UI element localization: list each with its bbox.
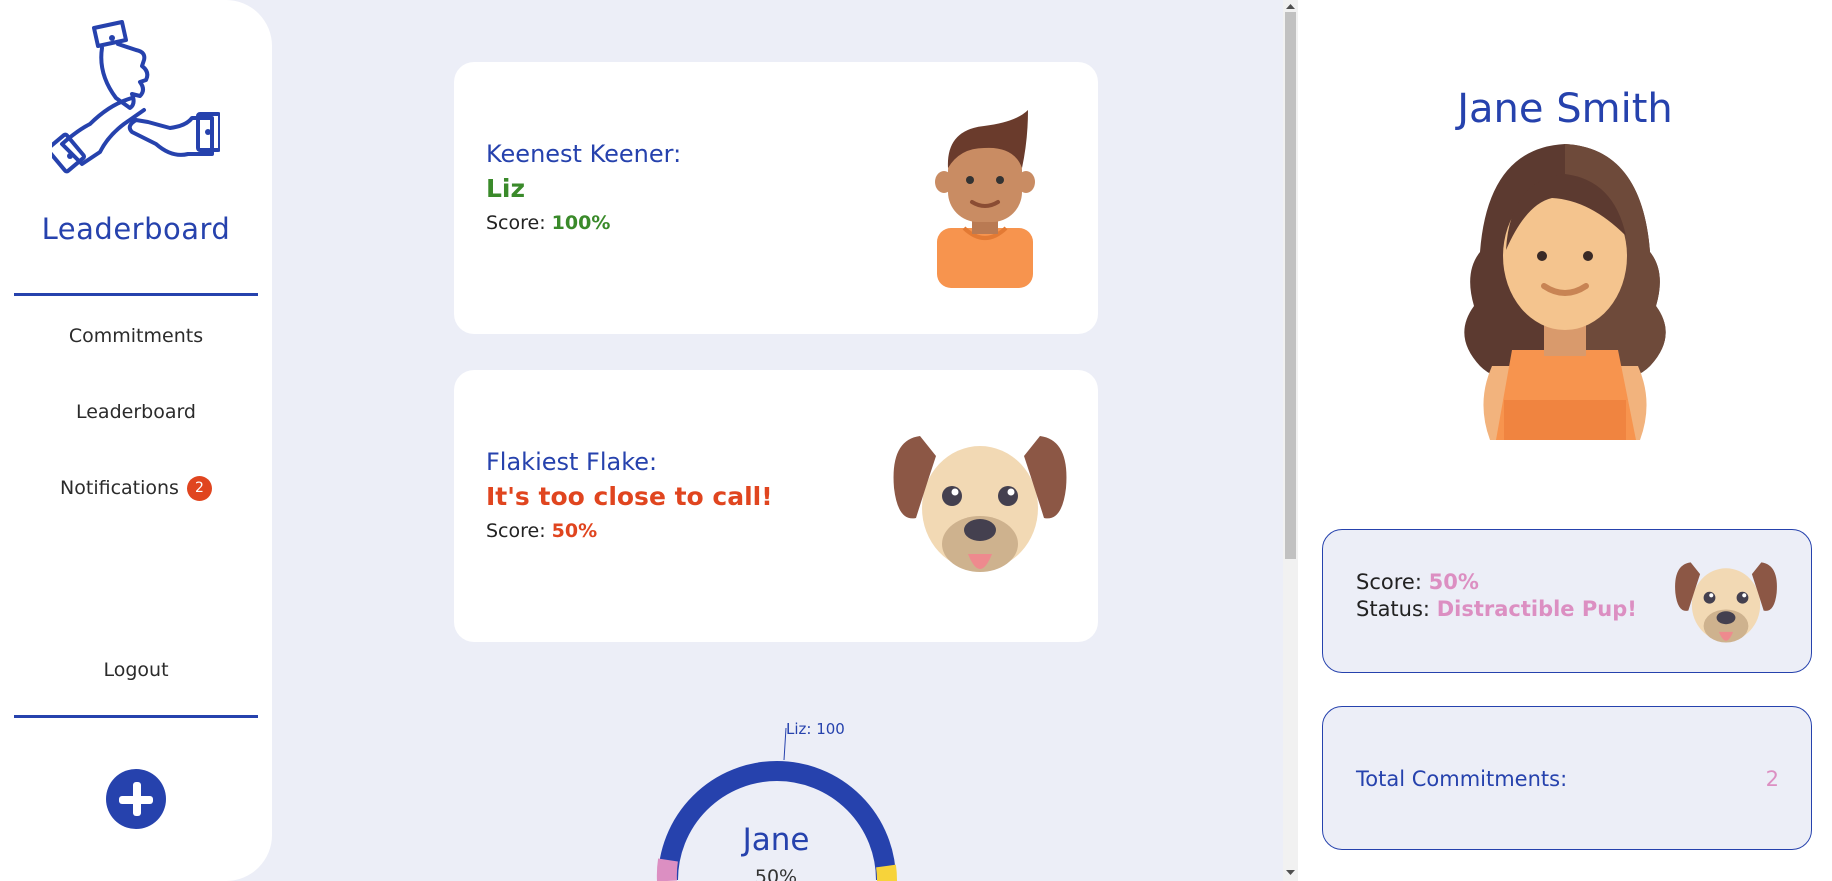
donut-segment-pink xyxy=(656,858,678,881)
score-value: 50% xyxy=(551,520,598,542)
donut-center-percent: 50% xyxy=(754,866,798,881)
dog-avatar-icon xyxy=(893,436,1067,572)
total-commitments-box: Total Commitments: 2 xyxy=(1322,706,1812,850)
girl-avatar-icon xyxy=(1464,144,1666,440)
score-value: 50% xyxy=(1428,570,1479,594)
notification-count-badge: 2 xyxy=(186,475,212,501)
card-score: Score: 50% xyxy=(486,520,597,542)
status-label: Status: xyxy=(1356,597,1430,621)
scroll-down-arrow-icon[interactable] xyxy=(1285,867,1296,877)
total-commitments-label: Total Commitments: xyxy=(1356,767,1568,791)
profile-status: Status: Distractible Pup! xyxy=(1356,597,1637,621)
nav-label: Commitments xyxy=(68,325,204,347)
nav-commitments[interactable]: Commitments xyxy=(0,316,272,356)
donut-segment-yellow xyxy=(876,864,897,881)
card-score: Score: 100% xyxy=(486,212,610,234)
sidebar-divider xyxy=(14,715,258,718)
card-winner-name: Liz xyxy=(486,174,526,203)
score-value: 100% xyxy=(551,212,611,234)
logout-button[interactable]: Logout xyxy=(0,650,272,690)
nav-leaderboard[interactable]: Leaderboard xyxy=(0,392,272,432)
donut-leader-label: Liz: 100 xyxy=(786,720,845,738)
status-value: Distractible Pup! xyxy=(1436,597,1637,621)
logout-label: Logout xyxy=(103,659,169,681)
sidebar: Leaderboard Commitments Leaderboard Noti… xyxy=(0,0,272,881)
nav-label: Leaderboard xyxy=(75,401,196,423)
dog-avatar-icon xyxy=(1675,562,1777,643)
scroll-up-arrow-icon[interactable] xyxy=(1285,2,1296,12)
card-title: Keenest Keener: xyxy=(486,140,682,168)
profile-name: Jane Smith xyxy=(1457,86,1673,132)
brand-title: Leaderboard xyxy=(41,212,231,246)
add-commitment-button[interactable] xyxy=(106,769,166,829)
keenest-keener-card: Keenest Keener: Liz Score: 100% xyxy=(454,62,1098,334)
score-label: Score: xyxy=(486,212,546,234)
profile-score: Score: 50% xyxy=(1356,570,1479,594)
boy-avatar-icon xyxy=(935,110,1035,288)
nav-notifications[interactable]: Notifications 2 xyxy=(0,468,272,508)
scrollbar-thumb[interactable] xyxy=(1285,12,1296,559)
card-winner-name: It's too close to call! xyxy=(486,482,773,511)
score-label: Score: xyxy=(486,520,546,542)
score-label: Score: xyxy=(1356,570,1422,594)
total-commitments-value: 2 xyxy=(1765,767,1779,791)
profile-score-box: Score: 50% Status: Distractible Pup! xyxy=(1322,529,1812,673)
donut-center-name: Jane xyxy=(742,822,810,858)
hands-stack-icon xyxy=(52,20,220,174)
sidebar-divider xyxy=(14,293,258,296)
nav-label: Notifications xyxy=(60,477,179,499)
flakiest-flake-card: Flakiest Flake: It's too close to call! … xyxy=(454,370,1098,642)
card-title: Flakiest Flake: xyxy=(486,448,658,476)
